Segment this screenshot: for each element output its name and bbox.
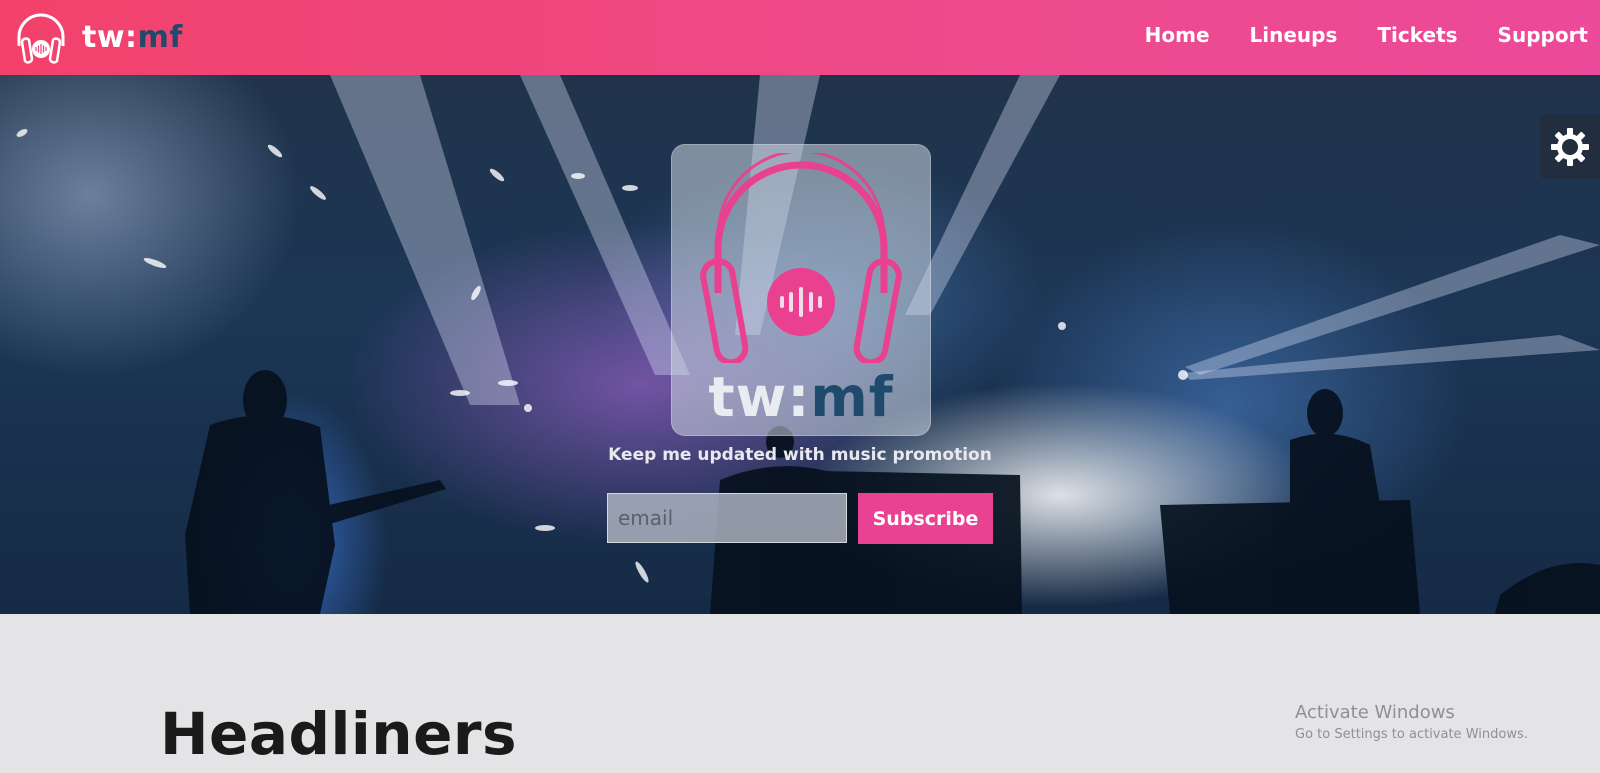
subscribe-button[interactable]: Subscribe	[858, 493, 993, 544]
brand-name-mf: mf	[137, 19, 183, 55]
hero-logo-tw: tw:	[708, 365, 811, 429]
windows-activation-watermark: Activate Windows Go to Settings to activ…	[1295, 702, 1528, 742]
nav-link-support[interactable]: Support	[1498, 23, 1588, 47]
watermark-title: Activate Windows	[1295, 702, 1455, 723]
brand-name-tw: tw:	[82, 19, 138, 55]
brand-name: tw:mf	[82, 20, 183, 55]
headliners-heading: Headliners	[160, 700, 518, 768]
nav-link-home[interactable]: Home	[1145, 23, 1210, 47]
theme-toggle-button[interactable]	[1540, 115, 1600, 179]
email-input[interactable]	[607, 493, 847, 543]
navbar: tw:mf Home Lineups Tickets Support	[0, 0, 1600, 75]
brand-home-link[interactable]: tw:mf	[10, 6, 183, 68]
promo-text: Keep me updated with music promotion	[608, 445, 992, 465]
watermark-subtitle: Go to Settings to activate Windows.	[1295, 727, 1528, 742]
headphones-logo-icon	[700, 153, 902, 363]
nav-link-tickets[interactable]: Tickets	[1377, 23, 1457, 47]
hero-section: tw:mf Keep me updated with music promoti…	[0, 75, 1600, 614]
nav-menu: Home Lineups Tickets Support	[1105, 0, 1588, 70]
sun-icon	[1551, 128, 1589, 166]
headphones-logo-icon	[17, 13, 65, 64]
hero-logo-text: tw:mf	[672, 365, 930, 429]
nav-link-lineups[interactable]: Lineups	[1250, 23, 1338, 47]
hero-logo-mf: mf	[810, 365, 894, 429]
hero-logo-card: tw:mf	[671, 144, 931, 436]
